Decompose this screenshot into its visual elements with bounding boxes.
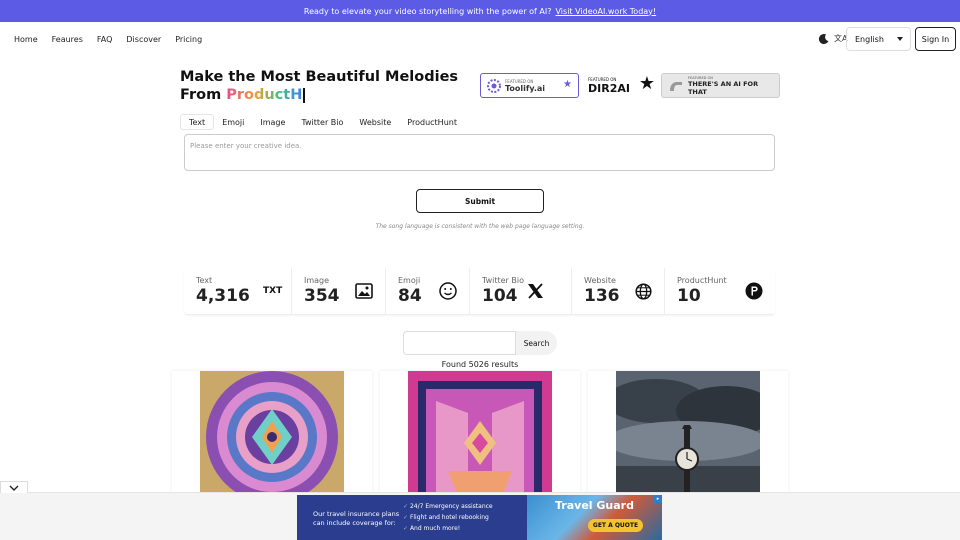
stat-value: 354 — [304, 286, 340, 306]
stat-producthunt: ProductHunt 10 — [665, 268, 775, 315]
stat-value: 10 — [677, 286, 701, 306]
tab-producthunt[interactable]: ProductHunt — [399, 114, 465, 130]
result-card[interactable] — [172, 371, 372, 492]
ad-bullet: Flight and hotel rebooking — [403, 512, 493, 523]
stat-label: Twitter Bio — [482, 276, 524, 285]
star-icon: ★ — [638, 73, 655, 94]
stat-twitter-bio: Twitter Bio 104 — [470, 268, 572, 315]
toolify-logo-icon — [487, 78, 501, 93]
nav-links: Home Feaures FAQ Discover Pricing — [14, 22, 216, 56]
stat-label: ProductHunt — [677, 276, 727, 285]
top-banner: Ready to elevate your video storytelling… — [0, 0, 960, 22]
stat-value: 4,316 — [196, 286, 250, 306]
language-select[interactable]: English — [846, 27, 911, 51]
title-typed-text: ProductH — [226, 87, 303, 103]
stat-value: 104 — [482, 286, 518, 306]
stat-image: Image 354 — [292, 268, 386, 315]
sign-in-button[interactable]: Sign In — [915, 27, 956, 51]
stat-text: Text 4,316 TXT — [184, 268, 292, 315]
tab-image[interactable]: Image — [252, 114, 293, 130]
moon-icon[interactable] — [818, 33, 830, 45]
globe-icon — [635, 283, 652, 300]
input-type-tabs: Text Emoji Image Twitter Bio Website Pro… — [180, 114, 465, 130]
banner-link[interactable]: Visit VideoAI.work Today! — [556, 7, 657, 16]
page-title: Make the Most Beautiful Melodies From Pr… — [180, 68, 458, 104]
nav-features[interactable]: Feaures — [52, 35, 83, 44]
chevron-down-icon — [9, 485, 19, 491]
hand-logo-icon — [669, 81, 682, 91]
results-count: Found 5026 results — [441, 360, 519, 369]
ad-text: Our travel insurance plans can include c… — [313, 510, 400, 527]
search-button[interactable]: Search — [516, 331, 557, 355]
nav-faq[interactable]: FAQ — [97, 35, 113, 44]
ad-bullet: 24/7 Emergency assistance — [403, 501, 493, 512]
language-value: English — [855, 34, 884, 44]
collapse-ad-button[interactable] — [0, 481, 28, 493]
navbar: Home Feaures FAQ Discover Pricing — [0, 22, 960, 56]
get-quote-button[interactable]: GET A QUOTE — [588, 519, 643, 532]
stat-label: Website — [584, 276, 616, 285]
travel-insurance-ad[interactable]: Our travel insurance plans can include c… — [297, 495, 662, 540]
result-card[interactable] — [588, 371, 788, 492]
x-logo-icon — [528, 283, 543, 299]
txt-icon: TXT — [263, 286, 283, 296]
ad-bullet: And much more! — [403, 523, 493, 534]
text-cursor — [303, 87, 305, 103]
toolify-name: Toolify.ai — [505, 83, 546, 93]
language-note: The song language is consistent with the… — [375, 223, 585, 230]
title-line-1: Make the Most Beautiful Melodies — [180, 69, 459, 85]
stat-label: Emoji — [398, 276, 421, 285]
taaft-badge[interactable]: FEATURED ON THERE'S AN AI FOR THAT — [661, 73, 780, 98]
result-image — [408, 371, 552, 492]
result-image — [616, 371, 760, 492]
result-card[interactable] — [380, 371, 580, 492]
nav-pricing[interactable]: Pricing — [175, 35, 202, 44]
stat-emoji: Emoji 84 — [386, 268, 470, 315]
taaft-name: THERE'S AN AI FOR THAT — [687, 79, 759, 96]
tab-twitter-bio[interactable]: Twitter Bio — [293, 114, 351, 130]
tab-emoji[interactable]: Emoji — [214, 114, 252, 130]
chevron-down-icon — [897, 37, 903, 41]
nav-discover[interactable]: Discover — [126, 35, 161, 44]
tab-website[interactable]: Website — [351, 114, 399, 130]
result-image — [200, 371, 344, 492]
stat-value: 136 — [584, 286, 620, 306]
stat-website: Website 136 — [572, 268, 665, 315]
producthunt-icon — [745, 282, 763, 300]
search-input[interactable] — [403, 331, 516, 355]
star-icon: ★ — [563, 79, 572, 90]
stat-value: 84 — [398, 286, 422, 306]
dir2ai-badge[interactable]: FEATURED ON DIR2AI ★ — [585, 73, 655, 98]
ad-choices-icon[interactable]: ▸ — [654, 495, 662, 503]
toolify-badge[interactable]: FEATURED ON Toolify.ai ★ — [480, 73, 579, 98]
ad-bullets: 24/7 Emergency assistance Flight and hot… — [403, 501, 493, 534]
title-line-2: From ProductH — [180, 86, 458, 104]
smiley-icon — [439, 282, 457, 300]
ad-brand: Travel Guard — [555, 499, 634, 512]
idea-input[interactable]: Please enter your creative idea. — [184, 134, 775, 171]
banner-text: Ready to elevate your video storytelling… — [303, 6, 552, 16]
nav-home[interactable]: Home — [14, 35, 38, 44]
dir2ai-name: DIR2AI — [588, 81, 630, 95]
search-bar: Search — [403, 331, 557, 355]
submit-button[interactable]: Submit — [416, 189, 544, 213]
title-prefix: From — [180, 87, 227, 103]
stat-label: Text — [196, 276, 213, 285]
tab-text[interactable]: Text — [180, 114, 215, 130]
image-icon — [355, 283, 373, 299]
stat-label: Image — [304, 276, 330, 285]
stats-bar: Text 4,316 TXT Image 354 Emoji 84 Twitte… — [184, 268, 775, 315]
